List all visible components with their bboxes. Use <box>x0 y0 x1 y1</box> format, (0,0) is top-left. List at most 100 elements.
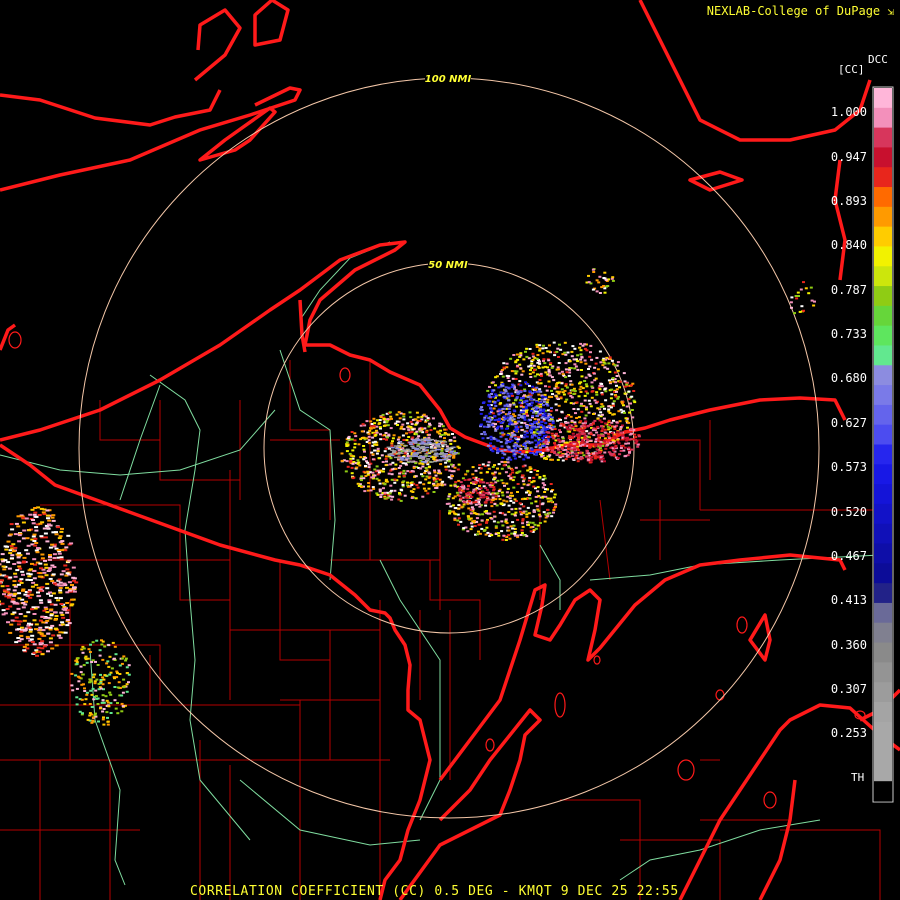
radar-echo <box>28 513 33 516</box>
radar-echo <box>491 450 495 453</box>
radar-echo <box>402 415 406 418</box>
radar-echo <box>499 422 503 424</box>
radar-echo <box>491 412 495 415</box>
radar-echo <box>102 678 106 681</box>
radar-echo <box>416 416 420 419</box>
radar-echo <box>585 430 589 433</box>
radar-echo <box>25 552 30 555</box>
radar-echo <box>557 404 561 407</box>
radar-echo <box>48 637 53 640</box>
radar-echo <box>494 495 498 498</box>
radar-echo <box>481 491 485 494</box>
radar-echo <box>439 453 444 455</box>
radar-echo <box>565 426 569 429</box>
radar-echo <box>99 679 103 681</box>
radar-echo <box>616 397 620 400</box>
radar-echo <box>536 430 540 433</box>
radar-echo <box>464 473 468 476</box>
radar-echo <box>390 473 394 476</box>
radar-echo <box>567 455 571 458</box>
radar-echo <box>121 691 125 694</box>
radar-echo <box>804 287 808 290</box>
radar-echo <box>391 437 395 440</box>
radar-echo <box>87 648 91 651</box>
radar-echo <box>530 448 534 451</box>
radar-echo <box>595 356 599 359</box>
radar-echo <box>499 435 503 438</box>
radar-echo <box>444 461 448 464</box>
radar-echo <box>96 664 100 666</box>
radar-echo <box>433 446 437 449</box>
radar-echo <box>24 517 29 520</box>
radar-echo <box>528 348 532 350</box>
radar-echo <box>608 370 612 373</box>
radar-echo <box>43 532 48 535</box>
radar-echo <box>6 561 11 564</box>
radar-echo <box>544 385 547 388</box>
radar-echo <box>51 514 56 517</box>
radar-echo <box>483 510 487 513</box>
radar-echo <box>406 422 410 425</box>
radar-echo <box>506 413 510 416</box>
radar-echo <box>113 677 116 680</box>
radar-echo <box>543 520 547 523</box>
radar-echo <box>65 568 70 571</box>
radar-echo <box>546 443 550 446</box>
radar-echo <box>420 428 424 431</box>
radar-echo <box>52 566 57 568</box>
radar-echo <box>378 488 382 491</box>
radar-echo <box>455 491 459 494</box>
radar-echo <box>60 621 65 624</box>
radar-echo <box>535 346 539 348</box>
radar-echo <box>611 279 615 282</box>
radar-echo <box>65 619 70 621</box>
radar-echo <box>449 450 454 452</box>
radar-echo <box>558 441 562 443</box>
radar-echo <box>532 476 536 479</box>
radar-echo <box>506 461 510 464</box>
radar-echo <box>418 462 422 465</box>
radar-echo <box>47 569 52 572</box>
radar-echo <box>594 362 598 365</box>
radar-echo <box>590 385 594 388</box>
radar-echo <box>116 686 120 689</box>
radar-echo <box>51 573 56 576</box>
radar-echo <box>560 388 564 391</box>
colorbar-tick-label: 0.893 <box>830 194 867 208</box>
radar-echo <box>522 458 526 461</box>
radar-echo <box>539 405 543 408</box>
radar-echo <box>506 433 510 436</box>
radar-echo <box>390 446 395 449</box>
radar-echo <box>67 622 72 625</box>
radar-echo <box>60 542 65 545</box>
radar-echo <box>489 407 492 410</box>
radar-echo <box>580 402 583 405</box>
radar-echo <box>564 368 568 371</box>
radar-echo <box>521 525 525 528</box>
radar-echo <box>532 480 536 483</box>
radar-echo <box>351 462 355 465</box>
radar-echo <box>425 446 430 449</box>
radar-echo <box>373 422 377 425</box>
radar-echo <box>38 642 43 644</box>
radar-echo <box>65 602 70 604</box>
radar-echo <box>554 503 558 506</box>
radar-echo <box>496 467 499 470</box>
radar-echo <box>557 439 560 441</box>
radar-echo <box>579 451 583 454</box>
radar-echo <box>390 442 394 445</box>
radar-echo <box>448 493 452 496</box>
radar-echo <box>441 445 445 448</box>
radar-echo <box>555 390 559 393</box>
radar-echo <box>34 515 39 518</box>
radar-echo <box>594 445 598 448</box>
radar-echo <box>496 492 500 495</box>
radar-echo <box>625 439 629 442</box>
radar-echo <box>593 419 597 422</box>
radar-echo <box>54 644 59 647</box>
radar-echo <box>491 482 495 485</box>
radar-echo <box>615 432 619 435</box>
radar-echo <box>548 512 552 515</box>
radar-echo <box>466 488 470 491</box>
radar-echo <box>550 446 554 449</box>
